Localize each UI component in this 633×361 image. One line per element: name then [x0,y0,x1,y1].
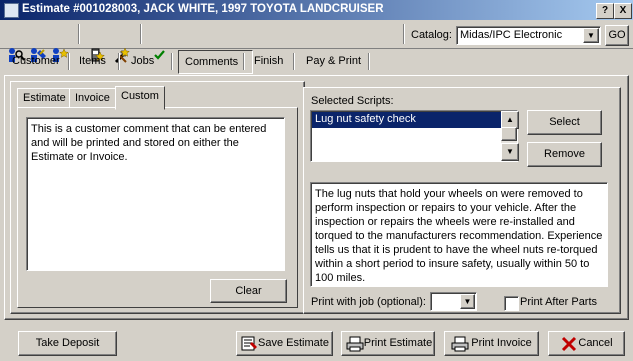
print-after-parts-label: Print After Parts [520,296,598,308]
print-after-parts-checkbox[interactable] [504,296,519,311]
scripts-scrollbar[interactable]: ▲ ▼ [501,111,519,161]
tab-customer[interactable]: Customer [6,50,66,72]
tab-comments-label: Comments [185,56,239,68]
select-script-button[interactable]: Select [527,110,602,135]
take-deposit-label: Take Deposit [35,337,100,349]
window-title: Estimate #001028003, JACK WHITE, 1997 TO… [22,3,384,15]
tab-items[interactable]: Items [73,50,112,72]
tab-pay-print[interactable]: Pay & Print [300,50,367,72]
close-button[interactable]: X [614,3,632,19]
comment-textarea[interactable]: This is a customer comment that can be e… [26,117,285,271]
print-estimate-button[interactable]: Print Estimate [341,331,435,356]
print-estimate-label: Print Estimate [363,337,433,349]
cancel-button[interactable]: Cancel [548,331,625,356]
scroll-down-icon[interactable]: ▼ [501,143,519,161]
tab-estimate-label: Estimate [23,92,66,104]
scroll-thumb[interactable] [501,127,517,141]
print-with-job-label: Print with job (optional): [311,296,426,308]
tab-finish-label: Finish [254,55,284,67]
remove-script-button[interactable]: Remove [527,142,602,167]
take-deposit-button[interactable]: Take Deposit [18,331,117,356]
title-bar: Estimate #001028003, JACK WHITE, 1997 TO… [0,0,633,20]
tab-finish[interactable]: Finish [248,50,289,72]
save-estimate-label: Save Estimate [258,337,329,349]
cancel-label: Cancel [578,337,613,349]
printer-icon [451,336,469,352]
tab-jobs[interactable]: Jobs [125,50,160,72]
print-with-job-select[interactable]: ▼ [430,292,477,311]
tab-items-label: Items [79,55,106,67]
clear-button[interactable]: Clear [210,279,287,303]
catalog-value: Midas/IPC Electronic [460,29,563,41]
scripts-list[interactable]: Lug nut safety check ▲ ▼ [310,110,519,162]
printer-icon [346,336,364,352]
tab-customer-label: Customer [12,55,60,67]
chevron-down-icon[interactable]: ▼ [460,294,475,309]
print-invoice-label: Print Invoice [471,337,532,349]
tab-comments[interactable]: Comments [178,50,253,74]
print-invoice-button[interactable]: Print Invoice [444,331,539,356]
save-icon [241,335,258,352]
toolbar: Catalog: Midas/IPC Electronic ▼ GO [0,21,633,64]
catalog-go-button[interactable]: GO [605,25,629,46]
selected-scripts-label: Selected Scripts: [311,95,394,107]
list-item[interactable]: Lug nut safety check [312,112,501,128]
tab-jobs-label: Jobs [131,55,155,67]
script-detail-text: The lug nuts that hold your wheels on we… [310,182,608,287]
chevron-down-icon[interactable]: ▼ [583,28,599,43]
script-detail: The lug nuts that hold your wheels on we… [315,188,603,284]
tab-pay-print-label: Pay & Print [306,55,362,67]
comment-text: This is a customer comment that can be e… [31,123,267,163]
close-icon [561,336,577,352]
help-button[interactable]: ? [596,3,614,19]
catalog-label: Catalog: [411,29,452,41]
app-icon [4,3,19,18]
tab-invoice-label: Invoice [75,92,110,104]
tab-custom[interactable]: Custom [115,86,165,110]
save-estimate-button[interactable]: Save Estimate [236,331,333,356]
script-item-label: Lug nut safety check [315,113,416,125]
tab-custom-label: Custom [121,90,159,102]
catalog-select[interactable]: Midas/IPC Electronic ▼ [456,26,601,45]
